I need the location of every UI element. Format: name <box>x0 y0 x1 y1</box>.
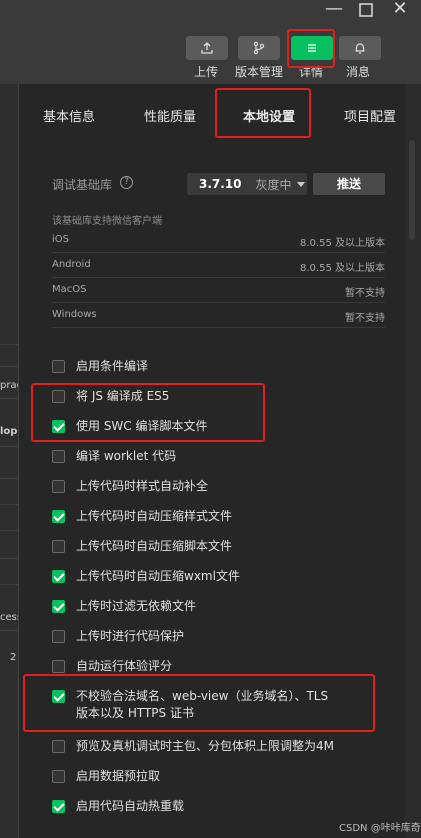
editor-fragment: cess <box>0 612 18 623</box>
option-label: 启用代码自动热重载 <box>76 798 184 815</box>
version-value: 3.7.10 <box>199 177 242 191</box>
panel-scroll-thumb[interactable] <box>409 140 415 240</box>
client-requirement: 8.0.55 及以上版本 <box>300 263 385 274</box>
client-requirement: 8.0.55 及以上版本 <box>300 238 385 249</box>
option-row[interactable]: 启用条件编译 <box>52 358 148 378</box>
option-row[interactable]: 上传代码时自动压缩脚本文件 <box>52 538 232 558</box>
maximize-icon[interactable] <box>350 0 382 20</box>
option-label-text: 上传代码时样式自动补全 <box>76 479 209 493</box>
option-row[interactable]: 上传代码时样式自动补全 <box>52 478 208 498</box>
option-checkbox[interactable] <box>52 600 65 613</box>
option-label: 上传时过滤无依赖文件 <box>76 598 196 615</box>
upload-icon <box>201 42 213 54</box>
option-label: 上传代码时自动压缩wxml文件 <box>76 568 240 585</box>
option-label-text: 上传代码时自动压缩样式文件 <box>76 509 233 523</box>
option-row[interactable]: 启用代码自动热重载 <box>52 798 184 818</box>
rollout-status: 灰度中 <box>255 177 292 192</box>
option-checkbox[interactable] <box>52 480 65 493</box>
tab-project-config[interactable]: 项目配置 <box>344 106 396 125</box>
option-checkbox[interactable] <box>52 450 65 463</box>
option-checkbox[interactable] <box>52 660 65 673</box>
option-label-text: 上传代码时自动压缩脚本文件 <box>76 539 233 553</box>
tab-performance[interactable]: 性能质量 <box>144 106 196 125</box>
option-label-text: 预览及真机调试时主包、分包体积上限调整为4M <box>76 739 334 753</box>
option-row[interactable]: 上传代码时自动压缩wxml文件 <box>52 568 240 588</box>
option-label-text: 上传代码时自动压缩wxml文件 <box>76 569 240 583</box>
client-row: Android 8.0.55 及以上版本 <box>52 253 385 278</box>
chevron-down-icon <box>296 181 305 187</box>
version-management-button[interactable] <box>238 36 280 60</box>
option-label-text: 上传时过滤无依赖文件 <box>76 599 197 613</box>
toolbar: 上传 版本管理 详情 消息 <box>0 22 421 84</box>
messages-label: 消息 <box>346 65 371 79</box>
minimize-icon[interactable]: — <box>318 0 350 20</box>
support-note: 该基础库支持微信客户端 <box>52 216 162 227</box>
option-label: 启用条件编译 <box>76 358 148 375</box>
upload-button[interactable] <box>186 36 228 60</box>
client-row: MacOS 暂不支持 <box>52 278 385 303</box>
tab-basic-info[interactable]: 基本信息 <box>43 106 95 125</box>
client-row: iOS 8.0.55 及以上版本 <box>52 228 385 253</box>
editor-fragment: lop <box>0 426 18 437</box>
option-label: 上传代码时样式自动补全 <box>76 478 208 495</box>
branch-icon <box>253 41 265 55</box>
option-label: 上传时进行代码保护 <box>76 628 184 645</box>
option-checkbox[interactable] <box>52 740 65 753</box>
option-label: 上传代码时自动压缩脚本文件 <box>76 538 232 555</box>
option-label: 预览及真机调试时主包、分包体积上限调整为4M <box>76 738 334 755</box>
option-label: 自动运行体验评分 <box>76 658 172 675</box>
option-checkbox[interactable] <box>52 770 65 783</box>
option-row[interactable]: 上传代码时自动压缩样式文件 <box>52 508 232 528</box>
base-lib-label: 调试基础库 <box>52 178 113 192</box>
option-label: 编译 worklet 代码 <box>76 448 176 465</box>
highlight-local-settings <box>215 88 311 138</box>
window-titlebar: — ✕ <box>0 0 421 22</box>
client-row: Windows 暂不支持 <box>52 303 385 328</box>
editor-fragment: prag <box>0 380 18 391</box>
client-name: Windows <box>52 309 97 320</box>
upload-label: 上传 <box>194 65 219 79</box>
version-management-label: 版本管理 <box>235 65 284 79</box>
option-label: 上传代码时自动压缩样式文件 <box>76 508 232 525</box>
bell-icon <box>355 43 365 54</box>
option-row[interactable]: 上传时进行代码保护 <box>52 628 184 648</box>
option-checkbox[interactable] <box>52 510 65 523</box>
option-row[interactable]: 编译 worklet 代码 <box>52 448 176 468</box>
option-label-text: 启用代码自动热重载 <box>76 799 185 813</box>
option-checkbox[interactable] <box>52 540 65 553</box>
details-panel: 基本信息 性能质量 本地设置 项目配置 调试基础库 ? 3.7.10 灰度中 推… <box>18 84 405 838</box>
highlight-domain-check <box>23 674 375 732</box>
option-checkbox[interactable] <box>52 570 65 583</box>
option-label-text: 自动运行体验评分 <box>76 659 173 673</box>
editor-background: prag lop cess 2 <box>0 84 18 838</box>
option-row[interactable]: 上传时过滤无依赖文件 <box>52 598 196 618</box>
option-label-text: 编译 worklet 代码 <box>76 449 177 463</box>
messages-button[interactable] <box>339 36 381 60</box>
highlight-details <box>287 29 335 68</box>
option-checkbox[interactable] <box>52 630 65 643</box>
option-row[interactable]: 启用数据预拉取 <box>52 768 160 788</box>
client-requirement: 暂不支持 <box>345 288 385 299</box>
client-name: MacOS <box>52 284 87 295</box>
option-label: 启用数据预拉取 <box>76 768 160 785</box>
option-label-text: 启用数据预拉取 <box>76 769 161 783</box>
push-button[interactable]: 推送 <box>313 173 385 195</box>
base-lib-version-select[interactable]: 3.7.10 灰度中 <box>187 173 307 195</box>
watermark: CSDN @咔咔库奇 <box>339 823 421 834</box>
client-requirement: 暂不支持 <box>345 313 385 324</box>
client-name: Android <box>52 259 91 270</box>
details-tabs: 基本信息 性能质量 本地设置 项目配置 <box>19 84 406 144</box>
option-checkbox[interactable] <box>52 800 65 813</box>
client-name: iOS <box>52 234 69 245</box>
help-icon[interactable]: ? <box>120 176 133 189</box>
highlight-compile-options <box>31 383 265 442</box>
option-label-text: 上传时进行代码保护 <box>76 629 185 643</box>
option-row[interactable]: 预览及真机调试时主包、分包体积上限调整为4M <box>52 738 334 758</box>
close-icon[interactable]: ✕ <box>384 0 416 20</box>
option-label-text: 启用条件编译 <box>76 359 149 373</box>
option-checkbox[interactable] <box>52 360 65 373</box>
